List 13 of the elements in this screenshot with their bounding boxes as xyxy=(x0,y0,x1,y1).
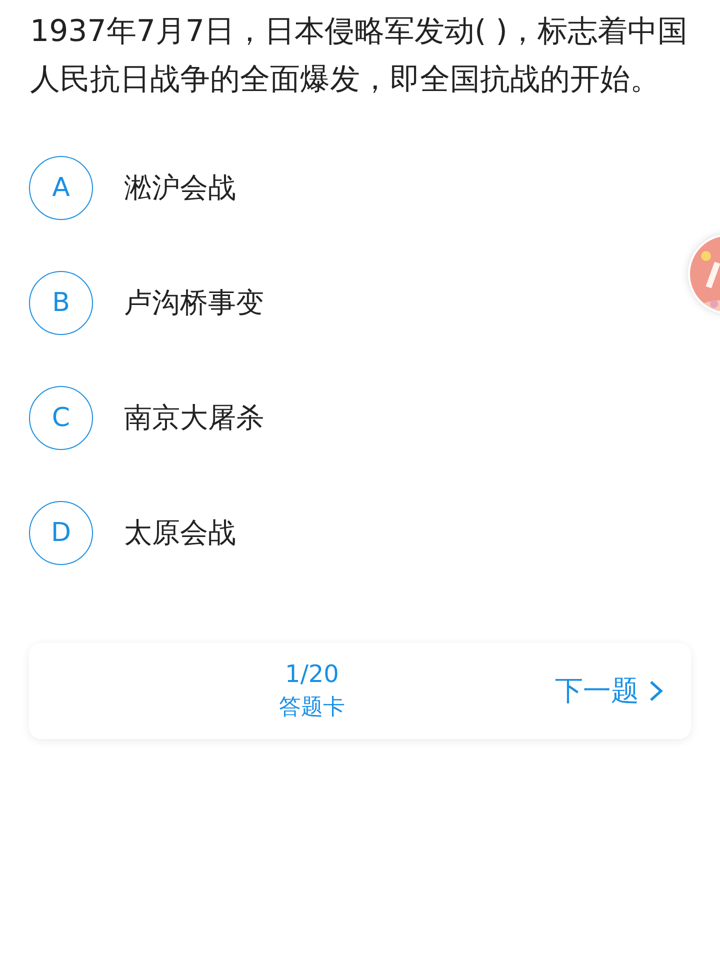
option-text[interactable]: 卢沟桥事变 xyxy=(124,284,264,322)
next-question-button[interactable]: 下一题 xyxy=(555,672,663,710)
option-text[interactable]: 太原会战 xyxy=(124,514,236,552)
question-text: 1937年7月7日，日本侵略军发动( )，标志着中国人民抗日战争的全面爆发，即全国抗战的开始。 xyxy=(29,13,688,99)
option-letter[interactable]: A xyxy=(29,156,93,220)
option-text[interactable]: 淞沪会战 xyxy=(124,169,236,207)
chevron-right-icon xyxy=(649,680,663,702)
progress-counter: 1/20 xyxy=(285,660,339,688)
option-letter[interactable]: B xyxy=(29,271,93,335)
option-letter[interactable]: C xyxy=(29,386,93,450)
answer-card-link[interactable]: 答题卡 xyxy=(279,692,345,722)
option-letter[interactable]: D xyxy=(29,501,93,565)
option-text[interactable]: 南京大屠杀 xyxy=(124,399,264,437)
